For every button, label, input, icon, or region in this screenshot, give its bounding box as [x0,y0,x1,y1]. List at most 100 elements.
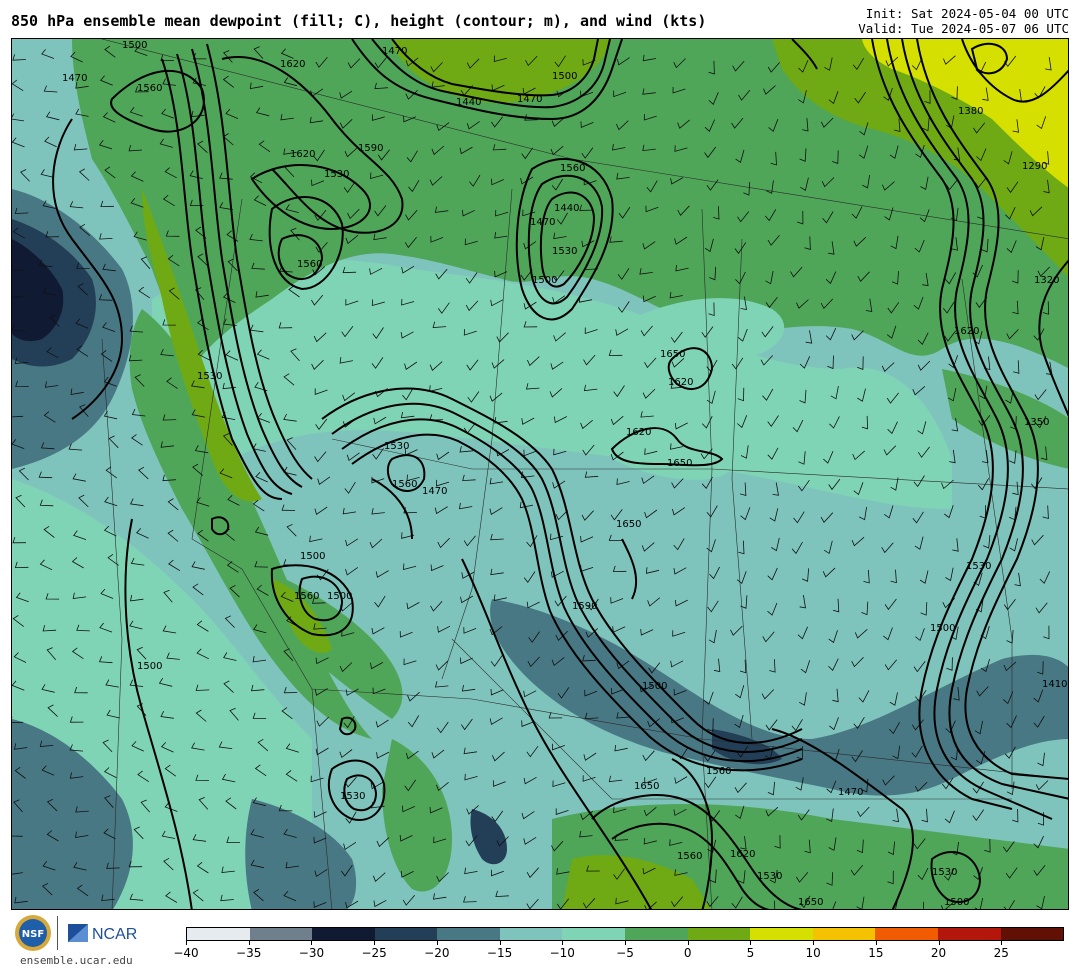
contour-label: 1560 [392,479,417,490]
colorbar-tick [499,941,501,945]
time-info: Init: Sat 2024-05-04 00 UTC Valid: Tue 2… [858,6,1069,36]
colorbar-tick [750,941,752,945]
colorbar-tick-label: −5 [616,946,634,960]
colorbar-segment [1000,928,1064,940]
contour-label: 1620 [668,377,693,388]
colorbar-tick-label: 0 [683,946,692,960]
contour-label: 1530 [757,871,782,882]
colorbar-segment [812,928,876,940]
colorbar-tick-label: −30 [298,946,325,960]
contour-label: 1530 [552,246,577,257]
contour-label: 1500 [532,275,557,286]
colorbar-tick-label: −25 [361,946,387,960]
colorbar-segment [750,928,813,940]
contour-label: 1500 [300,551,325,562]
contour-label: 1590 [358,143,383,154]
colorbar-segment [625,928,688,940]
contour-label: 1290 [1022,161,1047,172]
contour-label: 1440 [456,97,481,108]
contour-label: 1500 [944,897,969,908]
colorbar-tick-label: −35 [236,946,262,960]
contour-label: 1530 [197,371,222,382]
colorbar-tick [186,941,187,945]
colorbar-tick-label: 15 [868,946,884,960]
contour-label: 1560 [677,851,702,862]
contour-label: 1500 [122,40,147,51]
contour-label: 1650 [634,781,659,792]
contour-label: 1530 [932,867,957,878]
contour-label: 1590 [572,601,597,612]
contour-label: 1470 [530,217,555,228]
contour-label: 1410 [1042,679,1067,690]
colorbar-tick-label: 25 [993,946,1009,960]
colorbar-segment [374,928,438,940]
contour-label: 1350 [1024,417,1049,428]
contour-label: 1650 [798,897,823,908]
contour-label: 1650 [660,349,685,360]
colorbar-tick [625,941,626,945]
page-title: 850 hPa ensemble mean dewpoint (fill; C)… [11,12,707,30]
contour-label: 1560 [706,766,731,777]
colorbar-tick [436,941,438,945]
colorbar-segment [437,928,500,940]
weather-map: 1560 1620 1470 1500 1590 1530 1620 1560 … [11,38,1069,910]
contour-label: 1500 [552,71,577,82]
contour-label: 1440 [554,203,579,214]
contour-label: 1530 [340,791,365,802]
colorbar-tick [938,941,940,945]
contour-label: 1470 [382,46,407,57]
colorbar-segment [187,928,250,940]
contour-label: 1620 [626,427,651,438]
colorbar-tick-label: 20 [930,946,947,960]
colorbar-tick-label: −15 [486,946,513,960]
colorbar-segment [562,928,626,940]
colorbar-tick [687,941,689,945]
colorbar-tick [311,941,313,945]
colorbar-segment [875,928,938,940]
contour-label: 1560 [294,591,319,602]
contour-label: 1650 [667,458,692,469]
colorbar-tick-label: 10 [805,946,821,960]
colorbar-tick-label: −20 [424,946,450,960]
colorbar-tick-label: 5 [746,946,755,960]
contour-label: 1470 [422,486,447,497]
colorbar-tick [562,941,564,945]
colorbar-tick [875,941,877,945]
map-canvas: 1560 1620 1470 1500 1590 1530 1620 1560 … [12,39,1068,909]
contour-label: 1650 [616,519,641,530]
colorbar-tick-label: −40 [173,946,199,960]
colorbar-segment [937,928,1001,940]
contour-label: 1530 [324,169,349,180]
colorbar-segment [499,928,563,940]
contour-label: 1500 [137,661,162,672]
colorbar-tick [374,941,376,945]
contour-label: 1470 [517,94,542,105]
contour-label: 1500 [930,623,955,634]
init-time: Init: Sat 2024-05-04 00 UTC [865,6,1069,21]
contour-label: 1560 [560,163,585,174]
contour-label: 1620 [280,59,305,70]
colorbar-segment [312,928,375,940]
valid-time: Valid: Tue 2024-05-07 06 UTC [858,21,1069,36]
colorbar-tick-label: −10 [549,946,575,960]
colorbar-segment [687,928,751,940]
contour-label: 1620 [730,849,755,860]
contour-label: 1500 [327,591,352,602]
contour-label: 1620 [290,149,315,160]
contour-label: 1560 [137,83,162,94]
contour-label: 1470 [62,73,87,84]
contour-label: 1380 [958,106,983,117]
website-url: ensemble.ucar.edu [20,954,133,967]
contour-label: 1530 [384,441,409,452]
colorbar-tick [1001,941,1003,945]
contour-label: 1500 [642,681,667,692]
nsf-logo-icon: NSF [15,915,51,951]
contour-label: 1620 [954,326,979,337]
contour-label: 1470 [838,787,863,798]
colorbar-segment [249,928,313,940]
ncar-logo-icon: NCAR [68,924,137,943]
contour-label: 1320 [1034,275,1059,286]
ncar-logo-text: NCAR [92,926,137,943]
colorbar-tick [813,941,815,945]
nsf-logo-text: NSF [22,929,44,940]
